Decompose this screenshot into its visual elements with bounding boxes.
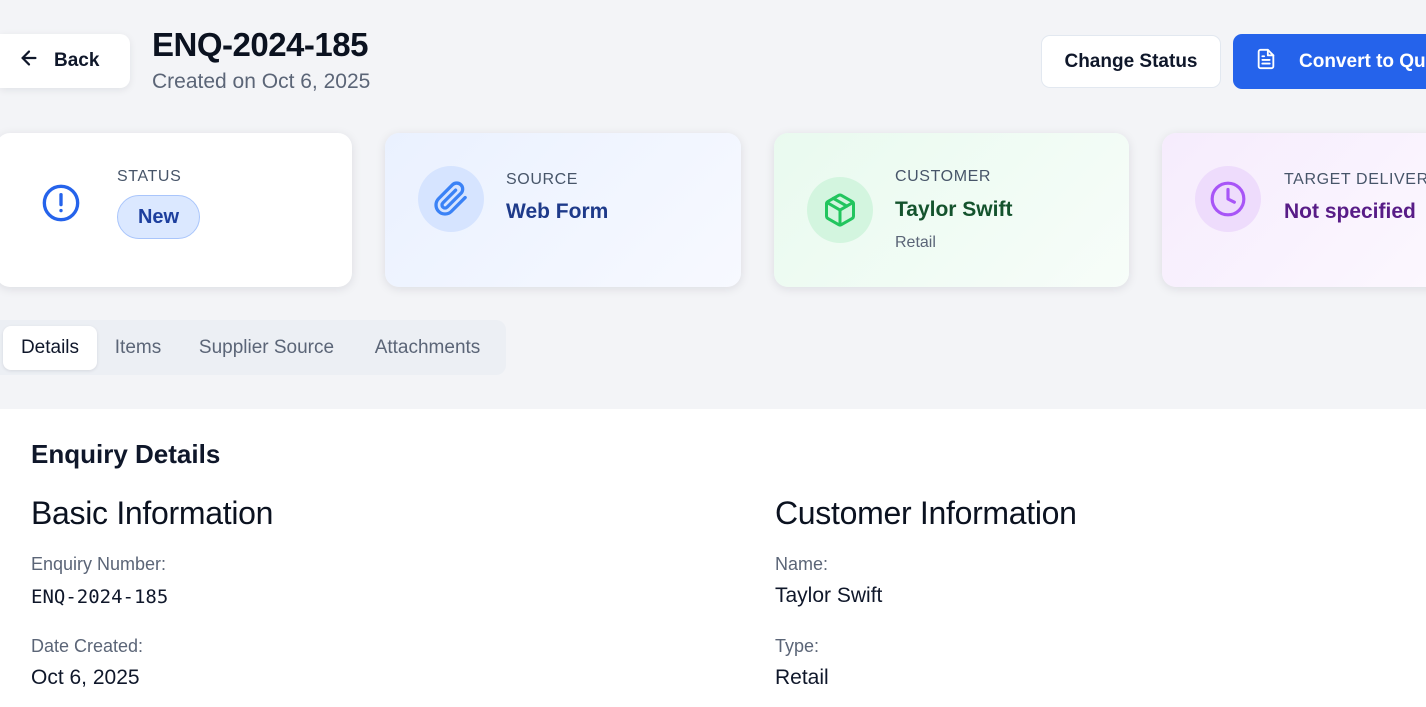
enquiry-detail-page: Back ENQ-2024-185 Created on Oct 6, 2025… xyxy=(0,0,1426,707)
back-button[interactable]: Back xyxy=(0,34,130,88)
enquiry-details-panel: Enquiry Details Basic Information Enquir… xyxy=(0,409,1426,707)
convert-label: Convert to Quote xyxy=(1299,50,1426,72)
customer-type: Retail xyxy=(895,234,936,251)
status-card: STATUS New xyxy=(0,133,352,287)
customer-name-value: Taylor Swift xyxy=(775,584,883,607)
tab-bar: Details Items Supplier Source Attachment… xyxy=(0,320,506,375)
source-label: SOURCE xyxy=(506,171,579,188)
package-icon xyxy=(807,177,873,243)
target-delivery-label: TARGET DELIVERY xyxy=(1284,171,1426,188)
basic-info-heading: Basic Information xyxy=(31,495,274,531)
tab-supplier-source[interactable]: Supplier Source xyxy=(185,326,348,370)
customer-label: CUSTOMER xyxy=(895,168,992,185)
page-title: ENQ-2024-185 xyxy=(152,26,368,63)
back-label: Back xyxy=(54,50,100,71)
customer-info-heading: Customer Information xyxy=(775,495,1077,531)
target-delivery-value: Not specified xyxy=(1284,200,1416,223)
enquiry-number-value: ENQ-2024-185 xyxy=(31,586,169,608)
page-subtitle: Created on Oct 6, 2025 xyxy=(152,70,371,93)
panel-title: Enquiry Details xyxy=(31,439,221,469)
status-badge: New xyxy=(117,195,200,239)
customer-type-value: Retail xyxy=(775,666,829,689)
change-status-label: Change Status xyxy=(1064,50,1198,72)
clock-icon xyxy=(1195,166,1261,232)
change-status-button[interactable]: Change Status xyxy=(1041,35,1221,88)
enquiry-number-label: Enquiry Number: xyxy=(31,554,167,574)
customer-value[interactable]: Taylor Swift xyxy=(895,198,1012,222)
tab-attachments[interactable]: Attachments xyxy=(360,326,495,370)
tab-details[interactable]: Details xyxy=(3,326,97,370)
customer-card: CUSTOMER Taylor Swift Retail xyxy=(774,133,1129,287)
alert-circle-icon xyxy=(28,170,94,236)
arrow-left-icon xyxy=(18,47,40,75)
paperclip-icon xyxy=(418,166,484,232)
document-icon xyxy=(1255,48,1277,76)
date-created-label: Date Created: xyxy=(31,636,144,656)
source-value: Web Form xyxy=(506,200,609,223)
convert-to-quote-button[interactable]: Convert to Quote xyxy=(1233,34,1426,89)
target-delivery-card: TARGET DELIVERY Not specified xyxy=(1162,133,1426,287)
date-created-value: Oct 6, 2025 xyxy=(31,666,140,689)
customer-name-label: Name: xyxy=(775,554,829,574)
source-card: SOURCE Web Form xyxy=(385,133,741,287)
status-label: STATUS xyxy=(117,168,182,185)
customer-type-label: Type: xyxy=(775,636,820,656)
tab-items[interactable]: Items xyxy=(103,326,173,370)
